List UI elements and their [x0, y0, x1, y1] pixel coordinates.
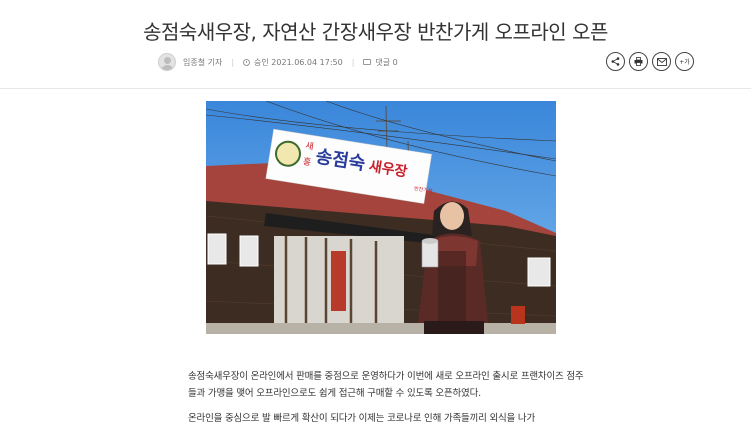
article-photo[interactable]: 새 홍 송점숙 새우장 반찬가게	[206, 101, 556, 334]
print-icon	[634, 57, 643, 66]
sign-text-top: 새	[305, 140, 315, 152]
share-button[interactable]	[606, 52, 625, 71]
email-button[interactable]	[652, 52, 671, 71]
article-actions: +가	[606, 52, 694, 71]
font-size-icon: +가	[679, 59, 690, 66]
author-name[interactable]: 임종철 기자	[183, 57, 222, 68]
store-window	[207, 233, 227, 265]
clock-icon	[243, 58, 251, 66]
print-button[interactable]	[629, 52, 648, 71]
comment-icon	[363, 59, 372, 65]
publish-date: 승인 2021.06.04 17:50	[254, 57, 343, 67]
planter	[511, 306, 525, 324]
comment-count[interactable]: 댓글 0	[375, 57, 397, 68]
product-jar	[421, 240, 439, 268]
article-paragraph: 온라인을 중심으로 발 빠르게 확산이 되다가 이제는 코로나로 인해 가족들끼…	[188, 413, 535, 424]
article-meta: 임종철 기자 | 승인 2021.06.04 17:50 | 댓글 0	[158, 52, 398, 72]
meta-divider: |	[231, 57, 235, 67]
store-window	[527, 257, 551, 287]
email-icon	[656, 57, 667, 66]
meta-divider: |	[351, 57, 355, 67]
article-title: 송점숙새우장, 자연산 간장새우장 반찬가게 오프라인 오픈	[143, 20, 608, 44]
font-size-button[interactable]: +가	[675, 52, 694, 71]
header-divider	[0, 88, 751, 89]
store-window	[239, 235, 259, 267]
author-avatar-icon	[158, 53, 176, 71]
article-paragraph: 송점숙새우장이 온라인에서 판매를 중점으로 운영하다가 이번에 새로 오프라인…	[188, 371, 584, 399]
photo-ground	[206, 323, 556, 334]
share-icon	[611, 57, 620, 66]
